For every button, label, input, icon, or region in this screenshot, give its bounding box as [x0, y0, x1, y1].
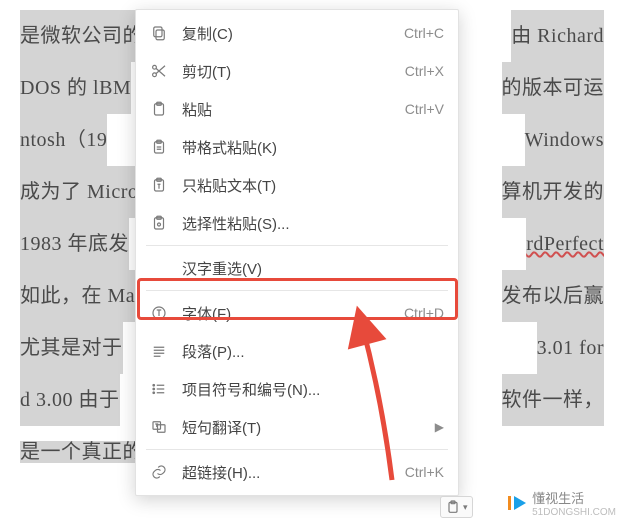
doc-line: Windows [525, 114, 604, 166]
scissors-icon [146, 62, 172, 80]
watermark: 懂视生活 51DONGSHI.COM [508, 488, 616, 518]
doc-line: 算机开发的 [502, 166, 605, 218]
watermark-bar [508, 496, 511, 510]
paragraph-icon [146, 342, 172, 360]
watermark-logo-icon [514, 496, 528, 510]
chevron-right-icon: ▶ [435, 420, 444, 434]
menu-separator [146, 449, 448, 450]
menu-label: 字体(F)... [172, 303, 404, 324]
menu-copy[interactable]: 复制(C) Ctrl+C [136, 14, 458, 52]
clipboard-text-icon [146, 176, 172, 194]
doc-line: 尤其是对于 [20, 322, 123, 374]
paste-options-button[interactable]: ▾ [440, 496, 473, 518]
menu-label: 带格式粘贴(K) [172, 137, 444, 158]
menu-separator [146, 245, 448, 246]
menu-label: 只粘贴文本(T) [172, 175, 444, 196]
menu-shortcut: Ctrl+X [405, 63, 444, 79]
clipboard-special-icon [146, 214, 172, 232]
clipboard-icon [146, 100, 172, 118]
menu-cut[interactable]: 剪切(T) Ctrl+X [136, 52, 458, 90]
doc-line: 成为了 Micro [20, 166, 138, 218]
menu-label: 复制(C) [172, 23, 404, 44]
font-icon [146, 304, 172, 322]
context-menu: 复制(C) Ctrl+C 剪切(T) Ctrl+X 粘贴 Ctrl+V 带格式粘… [135, 9, 459, 496]
menu-paste-text[interactable]: 只粘贴文本(T) [136, 166, 458, 204]
menu-paste[interactable]: 粘贴 Ctrl+V [136, 90, 458, 128]
menu-shortcut: Ctrl+D [404, 305, 444, 321]
menu-paragraph[interactable]: 段落(P)... [136, 332, 458, 370]
menu-translate[interactable]: 短句翻译(T) ▶ [136, 408, 458, 446]
doc-line: ntosh（19 [20, 114, 107, 166]
doc-line: d 3.00 由于 [20, 374, 120, 426]
menu-label: 段落(P)... [172, 341, 444, 362]
doc-line: 3.01 for [537, 322, 604, 374]
menu-label: 剪切(T) [172, 61, 405, 82]
menu-shortcut: Ctrl+V [405, 101, 444, 117]
watermark-brand: 懂视生活 [532, 491, 584, 506]
menu-label: 汉字重选(V) [172, 258, 444, 279]
menu-font[interactable]: 字体(F)... Ctrl+D [136, 294, 458, 332]
menu-label: 选择性粘贴(S)... [172, 213, 444, 234]
clipboard-format-icon [146, 138, 172, 156]
doc-line: DOS 的 lBM [20, 62, 131, 114]
menu-bullets-numbering[interactable]: 项目符号和编号(N)... [136, 370, 458, 408]
menu-hanzi-reselect[interactable]: 汉字重选(V) [136, 249, 458, 287]
doc-line: 是微软公司的 [20, 10, 143, 62]
watermark-domain: 51DONGSHI.COM [532, 507, 616, 518]
doc-line: 由 Richard [511, 10, 604, 62]
doc-line: 如此，在 Ma [20, 270, 135, 322]
copy-icon [146, 24, 172, 42]
menu-shortcut: Ctrl+C [404, 25, 444, 41]
menu-label: 项目符号和编号(N)... [172, 379, 444, 400]
translate-icon [146, 418, 172, 436]
menu-separator [146, 290, 448, 291]
menu-label: 超链接(H)... [172, 462, 405, 483]
clipboard-icon [445, 499, 461, 515]
menu-label: 短句翻译(T) [172, 417, 431, 438]
link-icon [146, 463, 172, 481]
list-icon [146, 380, 172, 398]
menu-label: 粘贴 [172, 99, 405, 120]
menu-paste-format[interactable]: 带格式粘贴(K) [136, 128, 458, 166]
menu-shortcut: Ctrl+K [405, 464, 444, 480]
doc-line: 的版本可运 [502, 62, 605, 114]
chevron-down-icon: ▾ [463, 502, 468, 513]
menu-paste-special[interactable]: 选择性粘贴(S)... [136, 204, 458, 242]
doc-line: 软件一样， [502, 374, 605, 426]
menu-hyperlink[interactable]: 超链接(H)... Ctrl+K [136, 453, 458, 491]
doc-line: 1983 年底发 [20, 218, 129, 270]
doc-line: rdPerfect [526, 218, 604, 270]
doc-line: 发布以后赢 [502, 270, 605, 322]
